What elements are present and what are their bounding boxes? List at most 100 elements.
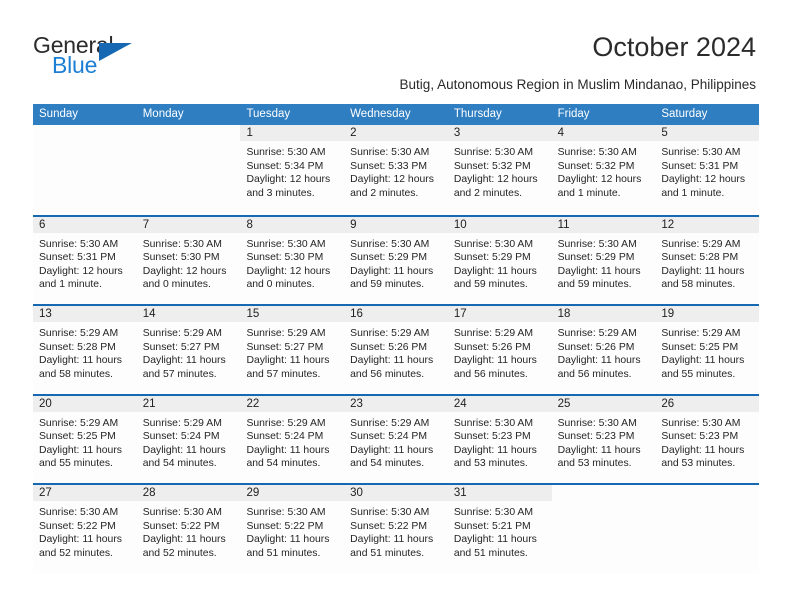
sunset-text: Sunset: 5:28 PM	[661, 252, 739, 264]
sunrise-text: Sunrise: 5:30 AM	[661, 147, 741, 158]
daylight-text: Daylight: 11 hours and 59 minutes.	[557, 265, 641, 291]
daylight-text: Daylight: 12 hours and 2 minutes.	[350, 174, 434, 199]
calendar-day-cell[interactable]: 17 Sunrise: 5:29 AM Sunset: 5:26 PM Dayligh…	[447, 306, 552, 394]
calendar-day-cell[interactable]: 16 Sunrise: 5:29 AM Sunset: 5:26 PM Dayligh…	[344, 306, 448, 394]
daylight-text: Daylight: 11 hours and 56 minutes.	[350, 355, 434, 380]
day-details: Sunrise: 5:29 AM Sunset: 5:28 PM Daylight:…	[655, 233, 759, 292]
daylight-text: Daylight: 11 hours and 59 minutes.	[350, 265, 434, 291]
day-details: Sunrise: 5:29 AM Sunset: 5:24 PM Daylight:…	[344, 412, 448, 471]
calendar-day-cell[interactable]: 26 Sunrise: 5:30 AM Sunset: 5:23 PM Dayligh…	[655, 395, 760, 483]
calendar-day-cell[interactable]: 12 Sunrise: 5:29 AM Sunset: 5:28 PM Dayligh…	[655, 216, 760, 304]
daylight-text: Daylight: 12 hours and 1 minute.	[39, 265, 123, 291]
sunrise-text: Sunrise: 5:30 AM	[350, 147, 430, 158]
calendar-week-row: 6 Sunrise: 5:30 AM Sunset: 5:31 PM Daylight…	[33, 214, 760, 304]
calendar-day-cell[interactable]: 5 Sunrise: 5:30 AM Sunset: 5:31 PM Daylight…	[655, 125, 760, 215]
calendar-day-cell[interactable]: 3 Sunrise: 5:30 AM Sunset: 5:32 PM Daylight…	[447, 125, 552, 215]
calendar-day-cell[interactable]: 2 Sunrise: 5:30 AM Sunset: 5:33 PM Daylight…	[344, 125, 448, 215]
sunrise-text: Sunrise: 5:29 AM	[453, 328, 534, 339]
day-details: Sunrise: 5:29 AM Sunset: 5:24 PM Daylight:…	[137, 412, 241, 471]
daylight-text: Daylight: 12 hours and 2 minutes.	[453, 174, 538, 199]
sunrise-text: Sunrise: 5:30 AM	[557, 417, 637, 429]
calendar-cell-empty	[655, 485, 760, 573]
sunrise-text: Sunrise: 5:29 AM	[142, 328, 222, 339]
calendar-day-cell[interactable]: 19 Sunrise: 5:29 AM Sunset: 5:25 PM Dayligh…	[655, 306, 760, 394]
sunset-text: Sunset: 5:29 PM	[453, 252, 531, 264]
day-number-band: 28	[136, 485, 241, 501]
calendar-day-cell[interactable]: 23 Sunrise: 5:29 AM Sunset: 5:24 PM Dayligh…	[344, 395, 448, 483]
calendar-day-cell[interactable]: 8 Sunrise: 5:30 AM Sunset: 5:30 PM Daylight…	[240, 216, 345, 304]
calendar-day-cell[interactable]: 13 Sunrise: 5:29 AM Sunset: 5:28 PM Dayligh…	[33, 306, 137, 394]
daylight-text: Daylight: 11 hours and 56 minutes.	[557, 355, 641, 380]
daylight-text: Daylight: 11 hours and 53 minutes.	[453, 444, 537, 470]
brand-logo[interactable]: General Blue	[33, 34, 153, 84]
sunrise-text: Sunrise: 5:29 AM	[246, 417, 326, 429]
day-number: 7	[142, 218, 150, 231]
sunset-text: Sunset: 5:23 PM	[557, 431, 635, 443]
calendar-day-cell[interactable]: 31 Sunrise: 5:30 AM Sunset: 5:21 PM Dayligh…	[447, 485, 552, 573]
day-number: 5	[661, 127, 668, 139]
calendar-day-cell[interactable]: 24 Sunrise: 5:30 AM Sunset: 5:23 PM Dayligh…	[447, 395, 552, 483]
day-number: 18	[557, 308, 571, 320]
day-number-band: 23	[344, 395, 448, 412]
sunrise-text: Sunrise: 5:29 AM	[350, 328, 430, 339]
sunset-text: Sunset: 5:33 PM	[350, 160, 427, 172]
calendar-day-cell[interactable]: 29 Sunrise: 5:30 AM Sunset: 5:22 PM Dayligh…	[240, 485, 345, 573]
daylight-text: Daylight: 11 hours and 51 minutes.	[350, 534, 434, 559]
day-number: 2	[350, 127, 357, 139]
sunrise-text: Sunrise: 5:29 AM	[39, 328, 119, 339]
daylight-text: Daylight: 11 hours and 52 minutes.	[142, 534, 226, 559]
day-number: 28	[142, 487, 156, 499]
calendar-day-cell[interactable]: 6 Sunrise: 5:30 AM Sunset: 5:31 PM Daylight…	[33, 216, 137, 304]
calendar-day-cell[interactable]: 18 Sunrise: 5:29 AM Sunset: 5:26 PM Dayligh…	[551, 306, 656, 394]
day-number-band: 1	[240, 125, 345, 141]
day-details: Sunrise: 5:30 AM Sunset: 5:33 PM Daylight:…	[344, 141, 448, 200]
weekday-header-wednesday: Wednesday	[350, 108, 411, 120]
sunset-text: Sunset: 5:27 PM	[246, 341, 324, 353]
sunset-text: Sunset: 5:25 PM	[661, 341, 739, 353]
day-number: 11	[557, 218, 570, 231]
sunrise-text: Sunrise: 5:29 AM	[39, 417, 119, 429]
sunset-text: Sunset: 5:27 PM	[142, 341, 220, 353]
weekday-header-row: Sunday Monday Tuesday Wednesday Thursday…	[33, 104, 759, 125]
day-number: 12	[661, 218, 675, 231]
calendar-day-cell[interactable]: 10 Sunrise: 5:30 AM Sunset: 5:29 PM Dayligh…	[447, 216, 552, 304]
sunrise-text: Sunrise: 5:30 AM	[453, 507, 534, 518]
calendar-week-row: 20 Sunrise: 5:29 AM Sunset: 5:25 PM Dayligh…	[33, 393, 760, 483]
daylight-text: Daylight: 11 hours and 55 minutes.	[661, 355, 745, 380]
daylight-text: Daylight: 11 hours and 57 minutes.	[142, 355, 226, 380]
calendar-day-cell[interactable]: 4 Sunrise: 5:30 AM Sunset: 5:32 PM Daylight…	[551, 125, 656, 215]
sunset-text: Sunset: 5:30 PM	[142, 252, 220, 264]
daylight-text: Daylight: 11 hours and 51 minutes.	[246, 534, 330, 559]
day-number-band: 10	[447, 216, 552, 233]
day-details: Sunrise: 5:30 AM Sunset: 5:31 PM Daylight:…	[655, 141, 759, 200]
calendar-day-cell[interactable]: 1 Sunrise: 5:30 AM Sunset: 5:34 PM Daylight…	[240, 125, 345, 215]
day-details: Sunrise: 5:30 AM Sunset: 5:29 PM Daylight:…	[448, 233, 552, 292]
sunrise-text: Sunrise: 5:30 AM	[246, 238, 326, 250]
calendar-day-cell[interactable]: 25 Sunrise: 5:30 AM Sunset: 5:23 PM Dayligh…	[551, 395, 656, 483]
calendar-cell-empty	[33, 125, 137, 215]
calendar-day-cell[interactable]: 27 Sunrise: 5:30 AM Sunset: 5:22 PM Dayligh…	[33, 485, 137, 573]
day-number-band: 27	[33, 485, 137, 501]
calendar-day-cell[interactable]: 28 Sunrise: 5:30 AM Sunset: 5:22 PM Dayligh…	[136, 485, 241, 573]
calendar-day-cell[interactable]: 22 Sunrise: 5:29 AM Sunset: 5:24 PM Dayligh…	[240, 395, 345, 483]
calendar-day-cell[interactable]: 30 Sunrise: 5:30 AM Sunset: 5:22 PM Dayligh…	[344, 485, 448, 573]
calendar-day-cell[interactable]: 11 Sunrise: 5:30 AM Sunset: 5:29 PM Dayligh…	[551, 216, 656, 304]
day-number: 24	[453, 397, 467, 410]
sunrise-text: Sunrise: 5:30 AM	[661, 417, 741, 429]
calendar-cell-empty	[136, 125, 241, 215]
calendar-day-cell[interactable]: 15 Sunrise: 5:29 AM Sunset: 5:27 PM Dayligh…	[240, 306, 345, 394]
calendar-day-cell[interactable]: 9 Sunrise: 5:30 AM Sunset: 5:29 PM Daylight…	[344, 216, 448, 304]
day-details: Sunrise: 5:30 AM Sunset: 5:23 PM Daylight:…	[448, 412, 552, 471]
day-number: 21	[142, 397, 156, 410]
day-number-band: 12	[655, 216, 760, 233]
sunrise-text: Sunrise: 5:29 AM	[661, 328, 741, 339]
calendar-day-cell[interactable]: 21 Sunrise: 5:29 AM Sunset: 5:24 PM Dayligh…	[136, 395, 241, 483]
calendar-day-cell[interactable]: 14 Sunrise: 5:29 AM Sunset: 5:27 PM Dayligh…	[136, 306, 241, 394]
day-number-band: 5	[655, 125, 760, 141]
day-details: Sunrise: 5:29 AM Sunset: 5:28 PM Daylight:…	[33, 322, 137, 381]
calendar-day-cell[interactable]: 7 Sunrise: 5:30 AM Sunset: 5:30 PM Daylight…	[136, 216, 241, 304]
calendar-day-cell[interactable]: 20 Sunrise: 5:29 AM Sunset: 5:25 PM Dayligh…	[33, 395, 137, 483]
daylight-text: Daylight: 11 hours and 51 minutes.	[453, 534, 537, 559]
sunrise-text: Sunrise: 5:30 AM	[350, 238, 430, 250]
day-number-band: 7	[136, 216, 241, 233]
